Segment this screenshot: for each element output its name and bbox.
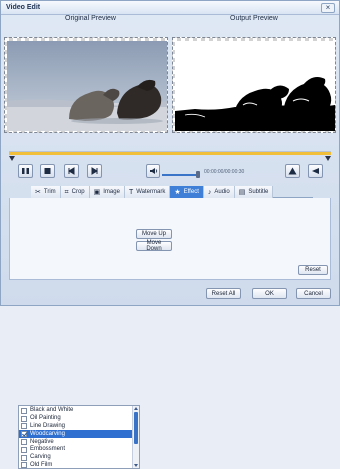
crop-icon: ⌗	[64, 188, 69, 196]
effect-label: Old Film	[30, 461, 53, 468]
effect-item[interactable]: Old Film	[19, 461, 133, 468]
original-preview-pane	[4, 37, 168, 133]
reset-all-button[interactable]: Reset All	[206, 288, 241, 299]
video-edit-window: Video Edit × Original Preview Output Pre…	[0, 0, 340, 469]
set-end-icon	[91, 167, 98, 175]
scroll-thumb[interactable]	[134, 412, 138, 444]
tab-label: Audio	[214, 189, 230, 195]
effect-checkbox[interactable]	[21, 439, 27, 446]
close-button[interactable]: ×	[321, 3, 335, 13]
tab-label: Effect	[183, 189, 199, 195]
camera-icon	[312, 168, 319, 174]
stop-icon	[44, 168, 51, 174]
warning-button[interactable]	[285, 164, 300, 178]
music-note-icon: ♪	[207, 188, 212, 196]
effect-item[interactable]: Oil Painting	[19, 415, 133, 423]
effect-item[interactable]: Embossment	[19, 446, 133, 454]
snapshot-button[interactable]	[308, 164, 323, 178]
effect-item[interactable]: Woodcarving	[19, 430, 133, 439]
image-icon: ▣	[93, 188, 101, 196]
stop-button[interactable]	[40, 164, 55, 178]
warning-icon	[288, 167, 297, 175]
subtitle-icon: ▤	[238, 188, 246, 196]
tab-label: Crop	[71, 189, 85, 195]
effect-checkbox[interactable]	[21, 407, 27, 414]
tab-label: Watermark	[136, 189, 166, 195]
output-preview-label: Output Preview	[230, 15, 278, 22]
tab-subtitle[interactable]: ▤ Subtitle	[234, 186, 274, 198]
tab-image[interactable]: ▣ Image	[89, 186, 125, 198]
time-readout: 00:00:00/00:00:30	[204, 169, 245, 175]
reset-button[interactable]: Reset	[298, 265, 328, 275]
tab-label: Image	[103, 189, 120, 195]
volume-button[interactable]	[146, 164, 160, 178]
effect-checkbox[interactable]	[21, 454, 27, 461]
pause-button[interactable]	[18, 164, 33, 178]
title-bar: Video Edit ×	[1, 1, 339, 15]
speaker-icon	[150, 168, 158, 174]
effect-item[interactable]: Carving	[19, 454, 133, 462]
star-icon: ★	[174, 188, 181, 196]
output-preview-pane	[172, 37, 336, 133]
output-video-frame	[175, 41, 335, 131]
ok-button[interactable]: OK	[252, 288, 287, 299]
effect-label: Negative	[30, 438, 54, 445]
edit-tabs: ✂ Trim ⌗ Crop ▣ Image T Watermark ★ Effect ♪ Audio ▤…	[31, 186, 313, 198]
tab-effect[interactable]: ★ Effect	[170, 186, 204, 198]
volume-slider-knob[interactable]	[196, 171, 200, 178]
window-title: Video Edit	[6, 4, 41, 11]
scroll-up-icon[interactable]	[134, 407, 138, 410]
effect-list-scrollbar[interactable]	[132, 406, 139, 468]
effect-label: Oil Painting	[30, 415, 61, 422]
effect-label: Black and White	[30, 407, 74, 414]
pause-icon	[22, 168, 29, 174]
effect-item[interactable]: Line Drawing	[19, 423, 133, 431]
effect-checkbox[interactable]	[21, 446, 27, 453]
scissors-icon: ✂	[35, 188, 41, 196]
effect-list[interactable]: Old Film Carving Embossment Negative Woodcar…	[18, 405, 140, 469]
cancel-button[interactable]: Cancel	[296, 288, 331, 299]
timeline-track[interactable]	[9, 151, 331, 155]
set-end-button[interactable]	[87, 164, 102, 178]
tab-crop[interactable]: ⌗ Crop	[60, 186, 90, 198]
volume-slider[interactable]	[162, 174, 198, 176]
set-start-icon	[68, 167, 75, 175]
original-preview-label: Original Preview	[65, 15, 116, 22]
set-start-button[interactable]	[64, 164, 79, 178]
timeline-end-marker[interactable]	[325, 156, 331, 161]
watermark-icon: T	[128, 188, 134, 196]
tab-watermark[interactable]: T Watermark	[124, 186, 171, 198]
effect-label: Woodcarving	[30, 430, 65, 437]
move-down-button[interactable]: Move Down	[136, 240, 172, 252]
effect-label: Line Drawing	[30, 422, 66, 429]
effect-checkbox[interactable]	[21, 415, 27, 422]
effect-item[interactable]: Black and White	[19, 407, 133, 415]
effect-checkbox[interactable]	[21, 423, 27, 430]
timeline-start-marker[interactable]	[9, 156, 15, 161]
tab-audio[interactable]: ♪ Audio	[203, 186, 235, 198]
effect-item[interactable]: Negative	[19, 438, 133, 446]
move-up-button[interactable]: Move Up	[136, 229, 172, 239]
tab-trim[interactable]: ✂ Trim	[31, 186, 61, 198]
timeline-progress	[9, 152, 331, 155]
effect-checkbox[interactable]	[21, 431, 27, 438]
effect-label: Carving	[30, 454, 51, 461]
effect-label: Embossment	[30, 446, 66, 453]
effect-checkbox[interactable]	[21, 462, 27, 468]
tab-label: Trim	[43, 189, 56, 195]
scroll-down-icon[interactable]	[134, 464, 138, 467]
effect-panel: Old Film Carving Embossment Negative Woodcar…	[9, 198, 331, 469]
tab-label: Subtitle	[248, 189, 269, 195]
original-video-frame	[7, 41, 167, 131]
